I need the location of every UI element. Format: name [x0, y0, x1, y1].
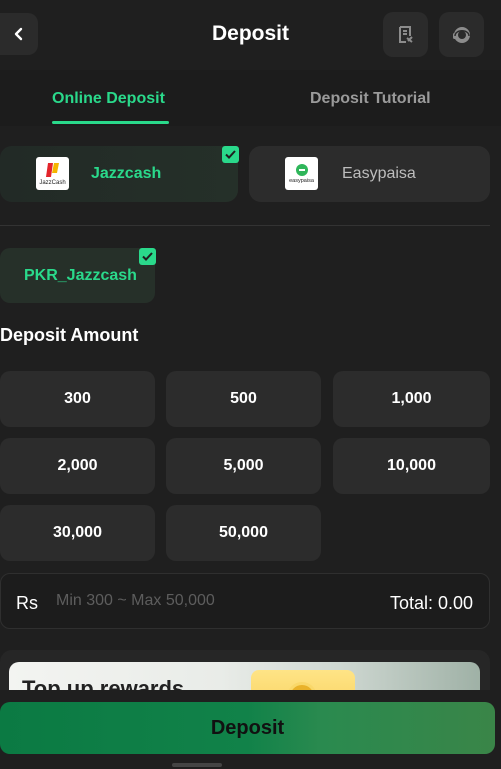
- amount-option[interactable]: 500: [166, 371, 321, 427]
- amount-option[interactable]: 30,000: [0, 505, 155, 561]
- tab-online-deposit[interactable]: Online Deposit: [52, 90, 165, 108]
- amount-option[interactable]: 1,000: [333, 371, 490, 427]
- check-icon: [139, 248, 156, 265]
- receipt-icon: [398, 25, 413, 43]
- channel-label: PKR_Jazzcash: [24, 267, 137, 284]
- amount-option[interactable]: 10,000: [333, 438, 490, 494]
- amount-input[interactable]: [56, 586, 256, 616]
- easypaisa-logo: easypaisa: [285, 157, 318, 190]
- tab-active-indicator: [52, 121, 169, 124]
- amount-option[interactable]: 5,000: [166, 438, 321, 494]
- deposit-amount-title: Deposit Amount: [0, 325, 139, 345]
- tab-deposit-tutorial[interactable]: Deposit Tutorial: [310, 90, 431, 108]
- tab-bar: Online Deposit Deposit Tutorial: [0, 70, 501, 126]
- channel-pkr-jazzcash[interactable]: PKR_Jazzcash: [0, 248, 156, 303]
- method-label: Jazzcash: [91, 165, 162, 182]
- currency-label: Rs: [16, 593, 38, 613]
- deposit-button[interactable]: Deposit: [0, 702, 495, 754]
- home-indicator: [172, 763, 222, 767]
- divider: [0, 225, 490, 226]
- method-label: Easypaisa: [342, 165, 416, 182]
- check-icon: [222, 146, 239, 163]
- jazzcash-logo: JazzCash: [36, 157, 69, 190]
- deposit-page: Deposit Online Deposit Deposit Tutorial: [0, 0, 501, 769]
- customer-service-icon: [452, 26, 470, 43]
- amount-option[interactable]: 2,000: [0, 438, 155, 494]
- header-bar: Deposit: [0, 0, 501, 70]
- total-label: Total: 0.00: [389, 593, 473, 613]
- history-button[interactable]: [383, 12, 428, 57]
- method-easypaisa[interactable]: easypaisa Easypaisa: [249, 146, 490, 202]
- support-button[interactable]: [439, 12, 484, 57]
- amount-option[interactable]: 300: [0, 371, 155, 427]
- amount-input-row: Rs Total: 0.00: [0, 573, 490, 629]
- method-jazzcash[interactable]: JazzCash Jazzcash: [0, 146, 239, 202]
- amount-option[interactable]: 50,000: [166, 505, 321, 561]
